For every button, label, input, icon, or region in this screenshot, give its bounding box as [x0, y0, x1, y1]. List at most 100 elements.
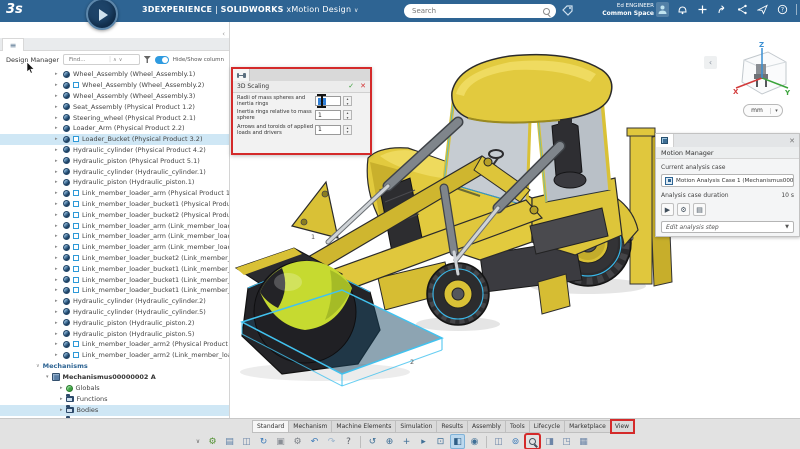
- expand-arrow-icon[interactable]: ▸: [60, 385, 63, 391]
- undo-icon[interactable]: ↶: [307, 434, 322, 449]
- mechanism-gear-icon[interactable]: ⚙: [205, 434, 220, 449]
- ribbon-tab-machine-elements[interactable]: Machine Elements: [332, 420, 396, 433]
- tree-item[interactable]: ▸Hydraulic_piston (Physical Product 5.1): [0, 155, 230, 166]
- magnifier-tool-icon[interactable]: [525, 434, 540, 449]
- update-sync-icon[interactable]: ↻: [256, 434, 271, 449]
- expand-arrow-icon[interactable]: ▸: [55, 104, 60, 110]
- expand-arrow-icon[interactable]: ▸: [55, 71, 60, 77]
- section-view-icon[interactable]: ◨: [542, 434, 557, 449]
- share-network-icon[interactable]: [736, 2, 749, 17]
- user-info[interactable]: Ed ENGINEER Common Space: [596, 3, 654, 17]
- expand-arrow-icon[interactable]: ▸: [55, 320, 60, 326]
- ribbon-tab-simulation[interactable]: Simulation: [396, 420, 437, 433]
- ribbon-tab-mechanism[interactable]: Mechanism: [289, 420, 332, 433]
- unit-dropdown-arrow-icon[interactable]: ▾: [770, 108, 782, 114]
- expand-arrow-icon[interactable]: ▸: [55, 352, 60, 358]
- zoom-icon[interactable]: ⊕: [382, 434, 397, 449]
- scaling-tool-tab[interactable]: [233, 69, 250, 81]
- tree-item[interactable]: ▸Hydraulic_piston (Hydraulic_piston.2): [0, 317, 230, 328]
- copy-icon[interactable]: ▣: [273, 434, 288, 449]
- expand-arrow-icon[interactable]: ▸: [55, 93, 60, 99]
- tree-item-functions[interactable]: ▸Functions: [0, 394, 230, 405]
- expand-arrow-icon[interactable]: ▸: [55, 169, 60, 175]
- tree-item[interactable]: ▸Link_member_loader_arm2 (Link_member_lo…: [0, 350, 230, 361]
- expand-arrow-icon[interactable]: ▸: [55, 331, 60, 337]
- tree-item[interactable]: ▸Link_member_loader_bucket2 (Physical Pr…: [0, 209, 230, 220]
- tree-item[interactable]: ▸Hydraulic_piston (Hydraulic_piston.5): [0, 328, 230, 339]
- expand-arrow-icon[interactable]: ▸: [55, 266, 60, 272]
- radii-spinner[interactable]: ▴▾: [343, 96, 352, 106]
- zoom-area-icon[interactable]: ⊡: [433, 434, 448, 449]
- expand-arrow-icon[interactable]: ▸: [55, 255, 60, 261]
- app-chevron-down-icon[interactable]: ∨: [354, 7, 359, 14]
- find-box[interactable]: | ∧ ∨: [63, 54, 140, 65]
- tree-item[interactable]: ▸Link_member_loader_arm2 (Physical Produ…: [0, 339, 230, 350]
- tags-icon[interactable]: [562, 5, 574, 17]
- mouse-gestures-icon[interactable]: ◳: [559, 434, 574, 449]
- tree-item[interactable]: ▸Loader_Arm (Physical Product 2.2): [0, 123, 230, 134]
- edit-analysis-step-dropdown[interactable]: Edit analysis step ▼: [661, 221, 794, 233]
- find-prev-icon[interactable]: ∧: [113, 57, 117, 63]
- inertia-spinner[interactable]: ▴▾: [343, 110, 352, 120]
- rotate-view-icon[interactable]: ↺: [365, 434, 380, 449]
- tree-item[interactable]: ▸Seat_Assembly (Physical Product 1.2): [0, 101, 230, 112]
- expand-arrow-icon[interactable]: ▸: [55, 287, 60, 293]
- expand-arrow-icon[interactable]: ▸: [55, 233, 60, 239]
- expand-arrow-icon[interactable]: ▸: [55, 277, 60, 283]
- panel-close-icon[interactable]: ✕: [789, 137, 795, 145]
- multi-viewport-icon[interactable]: ▦: [576, 434, 591, 449]
- expand-arrow-icon[interactable]: ▸: [55, 309, 60, 315]
- view-cube[interactable]: X Y Z: [728, 40, 792, 102]
- tree-item[interactable]: ▸Hydraulic_piston (Hydraulic_piston.1): [0, 177, 230, 188]
- panel-collapse-icon[interactable]: ‹: [222, 30, 225, 38]
- redo-icon[interactable]: ↷: [324, 434, 339, 449]
- expand-arrow-icon[interactable]: ▸: [55, 201, 60, 207]
- tree-item[interactable]: ▸Link_member_loader_arm (Link_member_loa…: [0, 231, 230, 242]
- expand-arrow-icon[interactable]: ▸: [55, 212, 60, 218]
- case-settings-gear-icon[interactable]: ⚙: [677, 203, 690, 216]
- share-arrow-icon[interactable]: [716, 2, 729, 17]
- nav-back-button[interactable]: ‹: [704, 56, 717, 69]
- export-data-icon[interactable]: ◫: [239, 434, 254, 449]
- perspective-eye-icon[interactable]: ◉: [467, 434, 482, 449]
- toolbar-expand-chevron[interactable]: ∨: [193, 434, 203, 449]
- expand-arrow-icon[interactable]: ▾: [46, 374, 49, 380]
- save-icon[interactable]: ▤: [222, 434, 237, 449]
- send-plane-icon[interactable]: [756, 2, 769, 17]
- tree-item[interactable]: ▸Hydraulic_cylinder (Physical Product 4.…: [0, 145, 230, 156]
- ribbon-tab-standard[interactable]: Standard: [252, 420, 289, 433]
- tree-item[interactable]: ▸Loader_Bucket (Physical Product 3.2): [0, 134, 230, 145]
- simulate-icon[interactable]: ▶: [661, 203, 674, 216]
- units-dropdown[interactable]: mm ▾: [743, 104, 783, 117]
- ribbon-tab-view[interactable]: View: [611, 420, 634, 433]
- arrows-input[interactable]: 1: [315, 125, 341, 135]
- expand-arrow-icon[interactable]: ▸: [55, 179, 60, 185]
- ambience-globe-icon[interactable]: ⊚: [508, 434, 523, 449]
- pan-icon[interactable]: +: [399, 434, 414, 449]
- expand-arrow-icon[interactable]: ▸: [55, 125, 60, 131]
- expand-arrow-icon[interactable]: ▸: [55, 244, 60, 250]
- dropdown-arrow-icon[interactable]: ▼: [785, 224, 789, 230]
- tree-item[interactable]: ▸Link_member_loader_bucket1 (Link_member…: [0, 263, 230, 274]
- tree-item[interactable]: ▸Wheel_Assembly (Wheel_Assembly.3): [0, 91, 230, 102]
- settings-gear-icon[interactable]: ⚙: [290, 434, 305, 449]
- find-input[interactable]: [67, 56, 107, 64]
- arrows-spinner[interactable]: ▴▾: [343, 125, 352, 135]
- tree-item-globals[interactable]: ▸Globals: [0, 383, 230, 394]
- tree-item[interactable]: ▸Wheel_Assembly (Wheel_Assembly.2): [0, 80, 230, 91]
- expand-arrow-icon[interactable]: ▸: [55, 115, 60, 121]
- tree-item[interactable]: ▸Link_member_loader_bucket1 (Link_member…: [0, 274, 230, 285]
- ribbon-tab-results[interactable]: Results: [437, 420, 468, 433]
- column-toggle[interactable]: [155, 56, 169, 64]
- expand-arrow-icon[interactable]: ▸: [60, 396, 63, 402]
- tree-item[interactable]: ▸Hydraulic_cylinder (Hydraulic_cylinder.…: [0, 307, 230, 318]
- app-name[interactable]: xMotion Design: [286, 5, 351, 14]
- expand-arrow-icon[interactable]: ▸: [55, 147, 60, 153]
- export-results-icon[interactable]: ▤: [693, 203, 706, 216]
- tree-item[interactable]: ▸Hydraulic_cylinder (Hydraulic_cylinder.…: [0, 296, 230, 307]
- help-icon[interactable]: ?: [341, 434, 356, 449]
- expand-arrow-icon[interactable]: ▸: [55, 298, 60, 304]
- search-input[interactable]: [410, 6, 543, 16]
- ribbon-tab-tools[interactable]: Tools: [506, 420, 530, 433]
- ribbon-tab-assembly[interactable]: Assembly: [468, 420, 506, 433]
